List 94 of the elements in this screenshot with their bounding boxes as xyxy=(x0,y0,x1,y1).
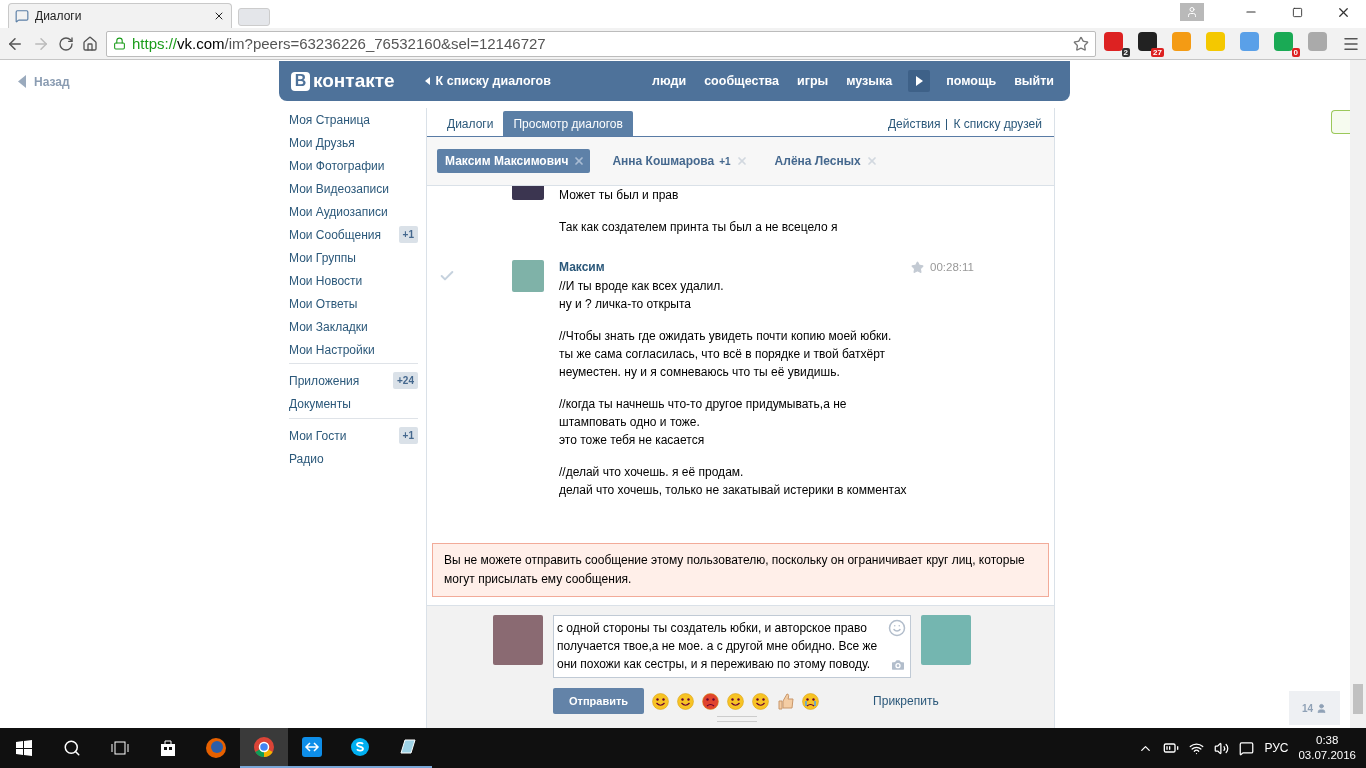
url-text: https://vk.com/im?peers=63236226_76532160&sel=12146727 xyxy=(132,35,547,52)
tab[interactable]: Просмотр диалогов xyxy=(503,111,633,136)
attach-link[interactable]: Прикрепить xyxy=(873,694,939,708)
count-badge: +24 xyxy=(393,372,418,389)
dialog-chip[interactable]: Максим Максимович xyxy=(437,149,591,173)
smiley-icon[interactable] xyxy=(752,692,770,710)
chat-bubble-icon xyxy=(15,9,29,23)
skype-icon[interactable] xyxy=(350,737,370,757)
sidebar-link[interactable]: Радио xyxy=(289,451,324,466)
lock-icon xyxy=(113,37,126,50)
caret-icon xyxy=(424,77,430,85)
sidebar-link[interactable]: Мои Друзья xyxy=(289,135,355,150)
thumbs-up-icon[interactable] xyxy=(777,692,795,710)
play-icon[interactable] xyxy=(915,76,923,86)
smiley-icon[interactable] xyxy=(652,692,670,710)
chip-name: Алёна Лесных xyxy=(774,154,861,168)
reload-icon[interactable] xyxy=(58,35,74,52)
store-icon[interactable] xyxy=(159,739,177,757)
site-logo[interactable]: В контакте xyxy=(291,70,395,92)
resize-grip[interactable] xyxy=(717,716,757,722)
sidebar-link[interactable]: Мои Видеозаписи xyxy=(289,181,389,196)
volume-icon[interactable] xyxy=(1214,740,1230,756)
author-name[interactable]: Максим xyxy=(559,260,605,274)
notification-icon[interactable] xyxy=(1239,740,1255,756)
tab[interactable]: Диалоги xyxy=(437,111,504,136)
nav-link[interactable]: люди xyxy=(652,74,687,88)
sidebar-link[interactable]: Мои Фотографии xyxy=(289,158,385,173)
close-icon[interactable] xyxy=(213,10,225,22)
scrollbar[interactable] xyxy=(1350,60,1366,728)
task-view-icon[interactable] xyxy=(111,741,129,755)
sidebar-link[interactable]: Документы xyxy=(289,396,351,411)
nav-link[interactable]: музыка xyxy=(846,74,893,88)
message-text: //делай что хочешь. я её продам. делай что хочешь, только не закатывай истерики в комментах xyxy=(559,464,908,499)
notepad-icon[interactable] xyxy=(398,737,418,757)
dialog-chip[interactable]: Анна Кошмарова +1 xyxy=(604,149,753,173)
tab-title: Диалоги xyxy=(35,9,83,23)
chip-name: Максим Максимович xyxy=(445,154,569,168)
windows-logo-icon[interactable] xyxy=(16,740,32,756)
extension-badge: 0 xyxy=(1291,47,1300,57)
taskbar-button[interactable] xyxy=(240,728,288,768)
nav-link[interactable]: сообщества xyxy=(704,74,779,88)
message-text: //И ты вроде как всех удалил. ну и ? личка-то открыта xyxy=(559,278,725,313)
chip-name: Анна Кошмарова xyxy=(612,154,715,168)
sidebar-link[interactable]: Мои Новости xyxy=(289,273,363,288)
clock[interactable]: 0:38 03.07.2016 xyxy=(1298,733,1356,763)
message-time: 00:28:11 xyxy=(930,261,974,273)
send-button[interactable]: Отправить xyxy=(553,688,645,714)
smiley-icon[interactable] xyxy=(677,692,695,710)
message-text: //когда ты начнешь что-то другое придумывать,а не штамповать одно и тоже. это тоже тебя не касается xyxy=(559,396,848,449)
message-text: Может ты был и прав xyxy=(559,187,680,204)
sidebar-link[interactable]: Моя Страница xyxy=(289,112,371,127)
message-text: //Чтобы знать где ожидать увидеть почти копию моей юбки. ты же сама согласилась, что всё в порядке и твой батхёрт неуместен. ну и я сомневаюсь что ты её увидишь. xyxy=(559,328,893,381)
arrows-app-icon[interactable] xyxy=(302,737,322,757)
sidebar-link[interactable]: Мои Аудиозаписи xyxy=(289,204,388,219)
network-icon[interactable] xyxy=(1189,740,1205,756)
star-icon[interactable] xyxy=(911,260,925,274)
maximize-icon[interactable] xyxy=(1291,6,1303,18)
chip-count: +1 xyxy=(719,155,731,167)
caret-icon xyxy=(18,75,26,88)
crying-face-icon[interactable] xyxy=(802,692,820,710)
search-icon[interactable] xyxy=(63,739,81,757)
back-to-dialogs-link[interactable]: К списку диалогов xyxy=(424,74,551,88)
warning-message: Вы не можете отправить сообщение этому пользователю, поскольку он ограничивает круг лиц, которые могут присылать ему сообщения. xyxy=(432,543,1049,597)
browser-tab[interactable]: Диалоги xyxy=(8,3,232,28)
online-count: 14 xyxy=(1301,702,1314,714)
angry-face-icon[interactable] xyxy=(702,692,720,710)
battery-icon[interactable] xyxy=(1163,740,1180,756)
nav-link[interactable]: помощь xyxy=(946,74,997,88)
sidebar-link[interactable]: Мои Настройки xyxy=(289,342,375,357)
address-bar[interactable]: https://vk.com/im?peers=63236226_76532160&sel=12146727 xyxy=(106,30,1096,57)
action-link[interactable]: Действия xyxy=(887,117,941,131)
sidebar-link[interactable]: Мои Группы xyxy=(289,250,356,265)
sidebar-link[interactable]: Мои Сообщения xyxy=(289,227,381,242)
sidebar-link[interactable]: Мои Гости xyxy=(289,428,347,443)
extension-badge: 2 xyxy=(1121,47,1130,57)
dialog-chip[interactable]: Алёна Лесных xyxy=(766,149,883,173)
bookmark-star-icon[interactable] xyxy=(1073,35,1089,52)
home-icon[interactable] xyxy=(82,35,98,52)
language-indicator[interactable]: РУС xyxy=(1264,741,1289,755)
chrome-icon[interactable] xyxy=(253,736,275,758)
sidebar-link[interactable]: Приложения xyxy=(289,373,360,388)
count-badge: +1 xyxy=(398,427,418,444)
action-link[interactable]: К списку друзей xyxy=(953,117,1042,131)
person-icon xyxy=(1316,702,1328,714)
count-badge: +1 xyxy=(398,226,418,243)
sidebar-link[interactable]: Мои Закладки xyxy=(289,319,368,334)
nav-link[interactable]: выйти xyxy=(1014,74,1054,88)
message-text: Так как создателем принта ты был а не всецело я xyxy=(559,219,839,236)
extension-badge: 27 xyxy=(1151,47,1164,57)
play-button[interactable] xyxy=(908,70,931,92)
firefox-icon[interactable] xyxy=(205,737,227,759)
nav-link[interactable]: игры xyxy=(797,74,829,88)
sidebar-link[interactable]: Мои Ответы xyxy=(289,296,358,311)
smiley-icon[interactable] xyxy=(727,692,745,710)
